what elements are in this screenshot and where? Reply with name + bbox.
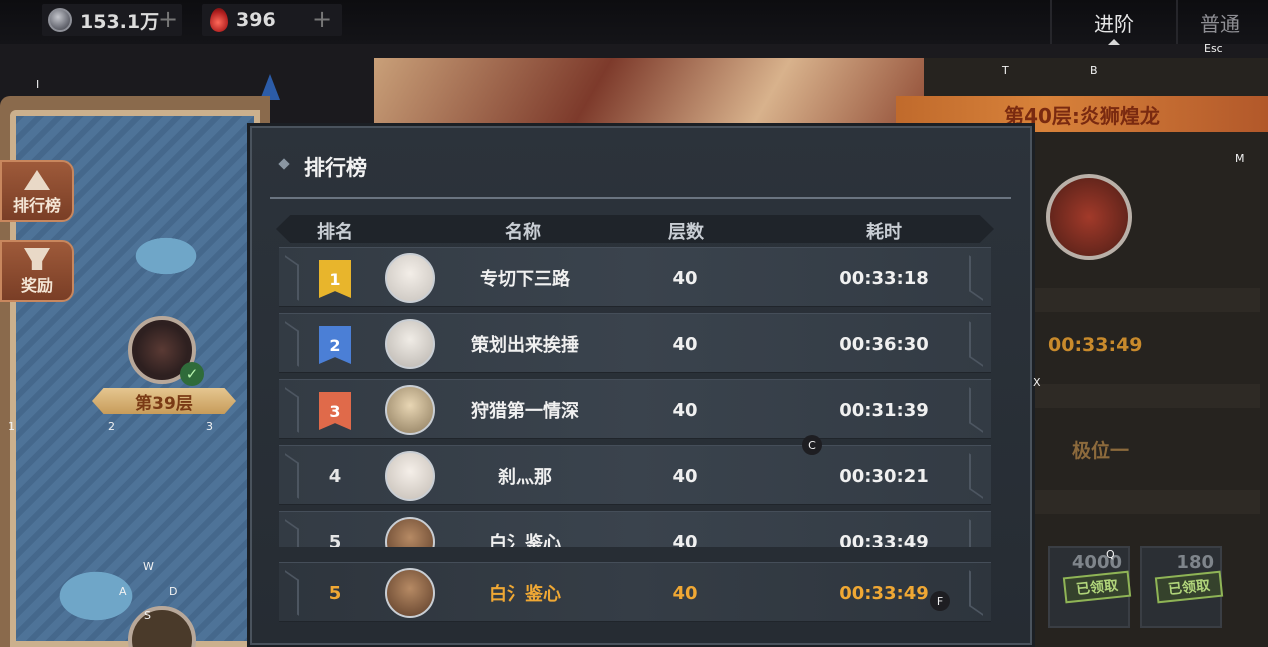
player-name: 策划出来挨捶 bbox=[471, 335, 579, 356]
i-key-hint: I bbox=[36, 78, 40, 91]
blood-gem-icon bbox=[210, 8, 228, 32]
d-key-hint: D bbox=[169, 585, 178, 598]
ranking-icon bbox=[24, 170, 50, 190]
player-time: 00:36:30 bbox=[839, 333, 929, 355]
row-chevron-left-icon bbox=[285, 453, 299, 499]
player-time: 00:30:21 bbox=[839, 465, 929, 487]
coin-value: 153.1万 bbox=[80, 10, 160, 33]
leaderboard-row[interactable]: 5 白氵鉴心 40 00:33:49 bbox=[279, 511, 991, 547]
player-time: 00:33:49 bbox=[839, 531, 929, 548]
b-key-hint: B bbox=[1090, 64, 1098, 77]
t-key-hint: T bbox=[1002, 64, 1009, 77]
leaderboard-list[interactable]: 1 专切下三路 40 00:33:18 2 策划出来挨捶 40 00:36:30… bbox=[279, 247, 991, 547]
leaderboard-side-button[interactable]: 排行榜 bbox=[0, 160, 74, 222]
key-2-hint: 2 bbox=[108, 420, 115, 433]
reward-side-label: 奖励 bbox=[20, 276, 53, 295]
column-floors: 层数 bbox=[668, 222, 704, 243]
player-floors: 40 bbox=[672, 333, 698, 355]
player-name: 狩猎第一情深 bbox=[471, 401, 579, 422]
leaderboard-row[interactable]: 2 策划出来挨捶 40 00:36:30 bbox=[279, 313, 991, 373]
my-avatar[interactable] bbox=[385, 568, 435, 618]
player-floors: 40 bbox=[672, 267, 698, 289]
q-key-hint: Q bbox=[1106, 548, 1115, 561]
player-avatar[interactable] bbox=[385, 385, 435, 435]
row-chevron-right-icon bbox=[969, 255, 983, 301]
leaderboard-row[interactable]: 3 狩猎第一情深 40 00:31:39 bbox=[279, 379, 991, 439]
row-chevron-right-icon bbox=[969, 519, 983, 547]
row-chevron-left-icon bbox=[285, 519, 299, 547]
title-divider bbox=[270, 197, 1011, 199]
row-chevron-left-icon bbox=[285, 255, 299, 301]
tab-divider bbox=[1176, 0, 1178, 44]
a-key-hint: A bbox=[119, 585, 127, 598]
reward-count: 180 bbox=[1176, 552, 1214, 573]
tab-normal[interactable]: 普通 bbox=[1200, 0, 1268, 44]
row-chevron-right-icon bbox=[969, 453, 983, 499]
claimed-stamp: 已领取 bbox=[1154, 570, 1224, 604]
row-chevron-right-icon bbox=[969, 321, 983, 367]
key-1-hint: 1 bbox=[8, 420, 15, 433]
player-name: 刹灬那 bbox=[498, 467, 552, 488]
gem-value: 396 bbox=[236, 9, 276, 31]
player-floors: 40 bbox=[672, 465, 698, 487]
active-tab-indicator bbox=[1108, 39, 1120, 45]
player-name: 专切下三路 bbox=[480, 269, 570, 290]
best-time: 00:33:49 bbox=[1048, 334, 1143, 356]
cleared-check-icon: ✓ bbox=[180, 362, 204, 386]
player-time: 00:31:39 bbox=[839, 399, 929, 421]
reward-item[interactable]: 4000 已领取 bbox=[1048, 546, 1132, 628]
player-time: 00:33:18 bbox=[839, 267, 929, 289]
rank-number: 4 bbox=[328, 465, 342, 487]
panel-stripe bbox=[1030, 384, 1260, 408]
trophy-icon bbox=[24, 248, 50, 270]
row-chevron-left-icon bbox=[285, 570, 299, 616]
rank-number: 5 bbox=[328, 531, 342, 548]
boss-portrait bbox=[1046, 174, 1132, 260]
leaderboard-row[interactable]: 1 专切下三路 40 00:33:18 bbox=[279, 247, 991, 307]
leaderboard-side-label: 排行榜 bbox=[12, 196, 61, 215]
column-name: 名称 bbox=[505, 222, 541, 243]
s-key-hint: S bbox=[144, 609, 151, 622]
reward-side-button[interactable]: 奖励 bbox=[0, 240, 74, 302]
player-avatar[interactable] bbox=[385, 253, 435, 303]
player-avatar[interactable] bbox=[385, 517, 435, 547]
column-rank: 排名 bbox=[317, 222, 353, 243]
rank-label: 极位一 bbox=[1072, 440, 1130, 462]
rank-1-badge-icon: 1 bbox=[319, 260, 351, 298]
player-name: 白氵鉴心 bbox=[489, 533, 561, 547]
add-coin-button[interactable]: + bbox=[158, 5, 178, 33]
coin-icon bbox=[48, 8, 72, 32]
my-floors: 40 bbox=[672, 582, 698, 604]
player-avatar[interactable] bbox=[385, 319, 435, 369]
leaderboard-title: 排行榜 bbox=[304, 156, 367, 180]
floor-39-tag: 第39层 bbox=[92, 388, 236, 414]
row-chevron-right-icon bbox=[969, 387, 983, 433]
player-avatar[interactable] bbox=[385, 451, 435, 501]
panel-stripe bbox=[1030, 490, 1260, 514]
tab-advanced[interactable]: 进阶 bbox=[1052, 0, 1176, 44]
player-floors: 40 bbox=[672, 399, 698, 421]
rank-3-badge-icon: 3 bbox=[319, 392, 351, 430]
panel-stripe bbox=[1030, 288, 1260, 312]
row-chevron-left-icon bbox=[285, 321, 299, 367]
w-key-hint: W bbox=[143, 560, 154, 573]
claimed-stamp: 已领取 bbox=[1062, 570, 1132, 604]
player-floors: 40 bbox=[672, 531, 698, 548]
esc-key-hint: Esc bbox=[1204, 42, 1223, 55]
rank-2-badge-icon: 2 bbox=[319, 326, 351, 364]
f-key-hint: F bbox=[930, 591, 950, 611]
reward-item[interactable]: 180 已领取 bbox=[1140, 546, 1224, 628]
leaderboard-row[interactable]: 4 刹灬那 40 00:30:21 bbox=[279, 445, 991, 505]
c-key-hint: C bbox=[802, 435, 822, 455]
m-key-hint: M bbox=[1235, 152, 1245, 165]
row-chevron-right-icon bbox=[969, 570, 983, 616]
my-rank-number: 5 bbox=[328, 582, 342, 604]
add-gem-button[interactable]: + bbox=[312, 5, 332, 33]
x-key-hint: X bbox=[1033, 376, 1041, 389]
row-chevron-left-icon bbox=[285, 387, 299, 433]
my-rank-row[interactable]: 5 白氵鉴心 40 00:33:49 bbox=[279, 562, 991, 622]
key-3-hint: 3 bbox=[206, 420, 213, 433]
column-time: 耗时 bbox=[866, 222, 902, 243]
my-name: 白氵鉴心 bbox=[489, 584, 561, 605]
